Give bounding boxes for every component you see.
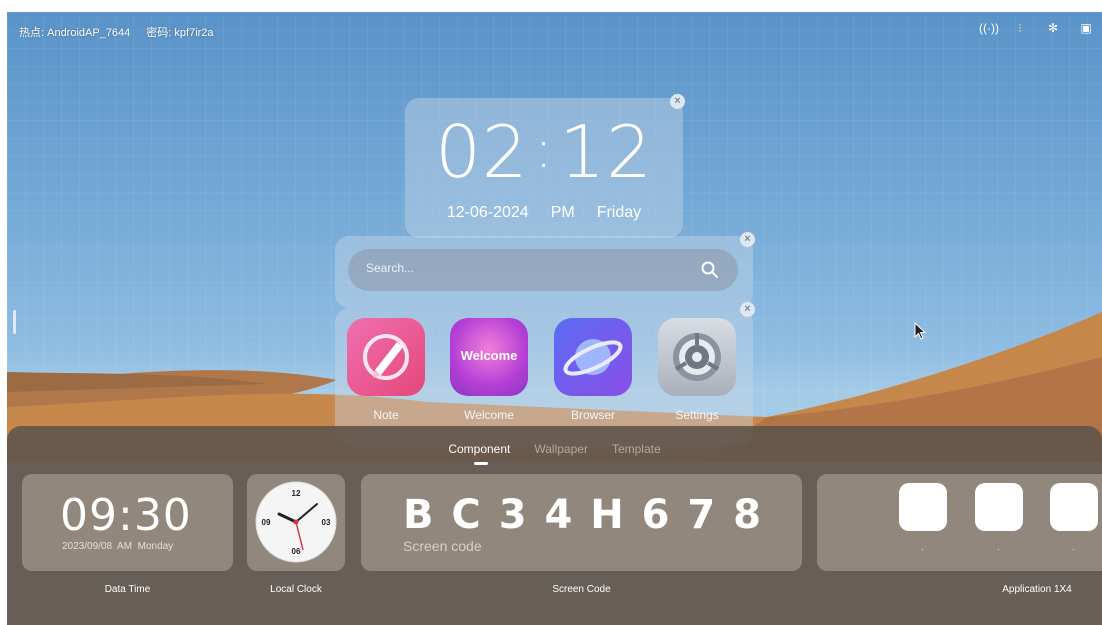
browser-app-icon[interactable] (554, 318, 632, 396)
clock-colon: : (534, 120, 554, 180)
datetime-preview-time: 09:30 (60, 490, 192, 541)
app-label: Settings (675, 408, 719, 422)
mouse-cursor-icon (914, 322, 926, 340)
search-widget: × (335, 232, 755, 308)
welcome-tile-text: Welcome (460, 348, 518, 363)
local-clock-widget-label: Local Clock (270, 584, 322, 595)
app-label: Welcome (464, 408, 514, 422)
app-settings[interactable]: Settings (657, 318, 737, 422)
clock-date: 12-06-2024 (446, 204, 529, 221)
hotspot-name: 热点: AndroidAP_7644 (19, 27, 131, 39)
screen-code-value: B C 3 4 H 6 7 8 (403, 492, 763, 538)
screen-code-widget-label: Screen Code (552, 584, 611, 595)
status-bar: 热点: AndroidAP_7644 密码: kpf7ir2a (19, 24, 214, 40)
clock-numeral: 06 (292, 547, 301, 556)
datetime-widget-preview[interactable]: 09:30 2023/09/08 AM Monday (22, 474, 233, 571)
hotspot-password: 密码: kpf7ir2a (146, 27, 214, 39)
close-clock-widget-icon[interactable]: × (670, 94, 685, 109)
wifi-icon[interactable]: ⁝ (1012, 21, 1028, 35)
application-widget-preview[interactable]: . . . (817, 474, 1102, 571)
local-clock-widget-preview[interactable]: 12 03 06 09 (247, 474, 345, 571)
side-drawer-handle[interactable] (13, 310, 16, 334)
gear-icon (673, 333, 721, 381)
analog-clock-icon: 12 03 06 09 (255, 481, 337, 563)
application-widget-label: Application 1X4 (1002, 584, 1072, 595)
app-label: Note (373, 408, 399, 422)
clock-hours: 02 (435, 110, 529, 194)
welcome-app-icon[interactable]: Welcome (450, 318, 528, 396)
clock-numeral: 09 (262, 518, 271, 527)
clock-numeral: 12 (292, 489, 301, 498)
datetime-preview-date: 2023/09/08 AM Monday (62, 541, 174, 552)
app-welcome[interactable]: Welcome Welcome (449, 318, 529, 422)
screen-code-caption: Screen code (403, 538, 482, 554)
tab-template[interactable]: Template (612, 442, 661, 456)
desktop-screen: 热点: AndroidAP_7644 密码: kpf7ir2a ((·)) ⁝ … (7, 12, 1102, 625)
app-slot-dot: . (997, 542, 1000, 553)
component-panel: Component Wallpaper Template 09:30 2023/… (7, 426, 1102, 625)
big-clock-time: 02:12 (405, 110, 683, 194)
system-tray: ((·)) ⁝ ✻ ▣ (979, 21, 1094, 35)
tab-wallpaper[interactable]: Wallpaper (534, 442, 588, 456)
app-slot-dot: . (1072, 542, 1075, 553)
panel-tabs: Component Wallpaper Template (7, 442, 1102, 465)
app-browser[interactable]: Browser (553, 318, 633, 422)
search-input[interactable] (364, 260, 688, 276)
clock-numeral: 03 (322, 518, 331, 527)
app-slot-3 (1050, 483, 1098, 531)
app-label: Browser (570, 408, 615, 422)
bluetooth-icon[interactable]: ✻ (1045, 21, 1061, 35)
close-search-widget-icon[interactable]: × (740, 232, 755, 247)
note-app-icon[interactable] (347, 318, 425, 396)
clock-date-row: 12-06-2024 PM Friday (405, 204, 683, 222)
app-note[interactable]: Note (346, 318, 426, 422)
app-slot-2 (975, 483, 1023, 531)
datetime-widget-label: Data Time (104, 584, 151, 595)
clock-widget[interactable]: 02:12 12-06-2024 PM Friday × (405, 94, 685, 238)
clock-ampm: PM (550, 204, 575, 221)
app-slot-1 (899, 483, 947, 531)
screen-icon[interactable]: ▣ (1078, 21, 1094, 35)
search-bar[interactable] (348, 249, 738, 291)
search-icon[interactable] (700, 260, 720, 280)
clock-minutes: 12 (559, 110, 653, 194)
clock-weekday: Friday (596, 204, 642, 221)
signal-icon[interactable]: ((·)) (979, 21, 999, 35)
settings-app-icon[interactable] (658, 318, 736, 396)
app-slot-dot: . (921, 542, 924, 553)
tab-component[interactable]: Component (448, 442, 510, 465)
screen-code-widget-preview[interactable]: B C 3 4 H 6 7 8 Screen code (361, 474, 802, 571)
close-apps-widget-icon[interactable]: × (740, 302, 755, 317)
